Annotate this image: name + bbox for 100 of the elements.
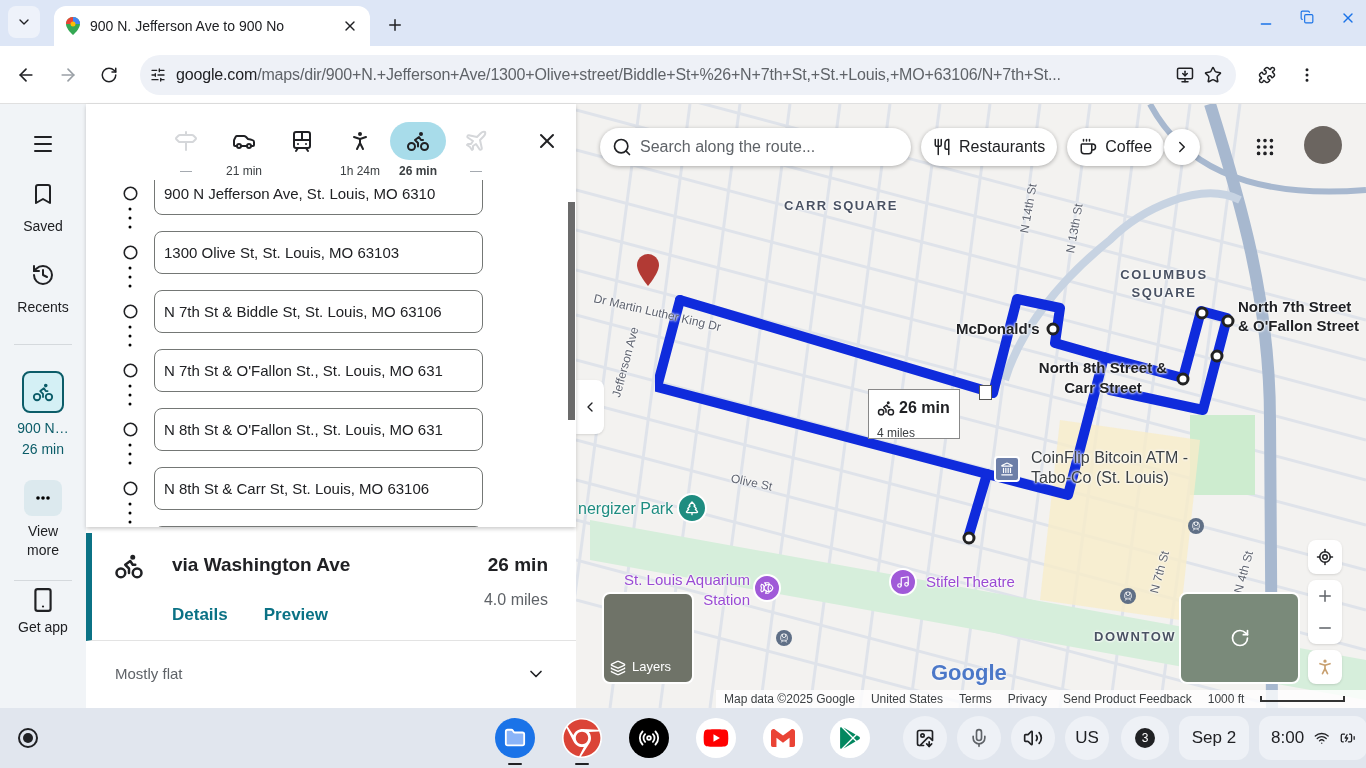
route-distance: 4.0 miles: [483, 589, 548, 610]
dotted-connector-icon: [128, 207, 132, 231]
map-label: Olive St: [729, 470, 774, 496]
notification-button[interactable]: 3: [1121, 716, 1169, 760]
dotted-connector-icon: [128, 384, 132, 408]
stop-field[interactable]: 900 N Jefferson Ave, St. Louis, MO 6310: [154, 180, 483, 215]
category-chip[interactable]: Restaurants: [921, 128, 1058, 166]
address-bar[interactable]: google.com/maps/dir/900+N.+Jefferson+Ave/1300+Olive+street/Biddle+St+%26+N+7th+St,+St.+Louis,+MO+63106/N+7th+St...: [140, 54, 1236, 95]
map-label: nergizer Park: [578, 499, 674, 519]
apps-grid-icon[interactable]: [1254, 136, 1276, 158]
rail-label[interactable]: Recents: [17, 297, 69, 318]
bookmark-star-icon[interactable]: [1204, 65, 1222, 84]
layers-icon: [610, 660, 626, 676]
trip-button[interactable]: [22, 371, 64, 413]
tab-list-button[interactable]: [8, 6, 40, 38]
footer-link[interactable]: Send Product Feedback: [1063, 690, 1192, 708]
dotted-connector-icon: [128, 502, 132, 526]
search-field[interactable]: Search along the route...: [640, 135, 911, 159]
ellipsis-icon: [36, 496, 50, 500]
scrollbar-thumb[interactable]: [568, 202, 575, 420]
callout-distance: 4 miles: [877, 426, 915, 440]
footer-link[interactable]: Privacy: [1007, 690, 1047, 708]
stop-circle-icon: [122, 304, 138, 319]
stop-field[interactable]: N 7th St & Biddle St, St. Louis, MO 63106: [154, 290, 483, 333]
url-text: google.com/maps/dir/900+N.+Jefferson+Ave/1300+Olive+street/Biddle+St+%26+N+7th+St,+St.+Louis,+MO+63106/N+7th+St...: [176, 64, 1062, 85]
end-circle-icon: [962, 531, 976, 545]
launcher-button[interactable]: [18, 728, 38, 748]
more-label: View more: [26, 522, 60, 560]
footer-link[interactable]: Terms: [959, 690, 992, 708]
trip-title: 900 N…: [17, 419, 69, 438]
stop-field[interactable]: 1300 Olive St, St. Louis, MO 63103: [154, 231, 483, 274]
new-tab-icon[interactable]: [386, 16, 404, 34]
install-icon[interactable]: [1176, 65, 1194, 84]
image-download-icon: [915, 728, 935, 748]
stop-field[interactable]: N 8th St & Carr St, St. Louis, MO 63106: [154, 467, 483, 510]
map-pin-logo-icon: [66, 17, 80, 35]
category-chip[interactable]: Coffee: [1067, 128, 1165, 166]
search-bar[interactable]: Search along the route...: [600, 128, 911, 166]
callout-time: 26 min: [899, 398, 950, 418]
my-location-button[interactable]: [1308, 540, 1342, 574]
scale-label: 1000 ft: [1207, 691, 1245, 708]
waypoint-circle-icon: [1210, 349, 1224, 363]
map-label: CARR SQUARE: [784, 197, 898, 215]
map-label: Jefferson Ave: [608, 324, 643, 400]
waypoint-circle-icon: [1195, 306, 1209, 320]
browser-tab[interactable]: 900 N. Jefferson Ave to 900 No: [54, 6, 370, 46]
zoom-in-icon[interactable]: [1316, 587, 1334, 605]
site-settings-icon[interactable]: [150, 66, 166, 83]
mode-duration: 26 min: [399, 163, 437, 180]
route-link[interactable]: Details: [172, 601, 228, 627]
mode-duration: —: [180, 163, 192, 180]
atm-icon: [994, 456, 1020, 482]
stop-circle-icon: [122, 186, 138, 201]
microphone-icon: [969, 728, 989, 748]
bicycle-icon: [406, 129, 430, 153]
trip-time: 26 min: [22, 440, 64, 459]
directions-icon: [174, 129, 198, 153]
map-label: Stifel Theatre: [926, 572, 1015, 592]
stop-circle-icon: [122, 422, 138, 437]
route-title: via Washington Ave: [172, 553, 352, 577]
dotted-connector-icon: [128, 443, 132, 467]
date-button[interactable]: Sep 2: [1179, 716, 1249, 760]
get-app-label[interactable]: Get app: [18, 617, 68, 638]
mode-duration: —: [470, 163, 482, 180]
route-link[interactable]: Preview: [263, 601, 328, 627]
map-pin-icon: [637, 254, 659, 286]
map-label: N 13th St: [1062, 202, 1087, 255]
extensions-icon[interactable]: [1258, 65, 1276, 84]
travel-mode-tab[interactable]: [390, 122, 446, 160]
waypoint-circle-icon: [1176, 372, 1190, 386]
tram-icon: [290, 129, 314, 153]
d-marker-icon: [979, 385, 992, 400]
map-label: N 7th St: [1146, 548, 1173, 596]
fork-knife-icon: [933, 138, 951, 156]
stop-circle-icon: [122, 245, 138, 260]
rail-label[interactable]: Saved: [23, 216, 63, 237]
stop-field[interactable]: N 7th St & O'Fallon St., St. Louis, MO 631: [154, 349, 483, 392]
my-location-icon: [1316, 548, 1334, 566]
map-label: DOWNTOW: [1094, 628, 1177, 646]
history-icon[interactable]: [31, 263, 55, 287]
restore-icon[interactable]: [1300, 10, 1314, 24]
keyboard-layout-button[interactable]: US: [1065, 716, 1109, 760]
clock: 8:00: [1271, 727, 1305, 750]
stop-field[interactable]: N 8th St & O'Fallon St., St. Louis, MO 631: [154, 408, 483, 451]
reload-icon[interactable]: [100, 65, 118, 84]
street-view-thumbnail[interactable]: [1179, 592, 1300, 684]
route-time: 26 min: [487, 553, 548, 577]
map-label: COLUMBUS SQUARE: [1119, 266, 1209, 302]
status-tray[interactable]: 8:00: [1259, 716, 1366, 760]
footer-link[interactable]: United States: [870, 690, 943, 708]
terrain-row[interactable]: Mostly flat: [86, 641, 576, 707]
plane-icon: [464, 129, 488, 153]
map-logo: Google: [931, 659, 1007, 687]
browser-logo-icon: [562, 718, 602, 758]
more-button[interactable]: [24, 480, 62, 516]
tray-button[interactable]: [903, 716, 947, 760]
cup-icon: [1079, 138, 1098, 156]
layers-button[interactable]: Layers: [602, 592, 694, 684]
tray-button[interactable]: [1011, 716, 1055, 760]
mode-duration: 1h 24m: [340, 163, 380, 180]
